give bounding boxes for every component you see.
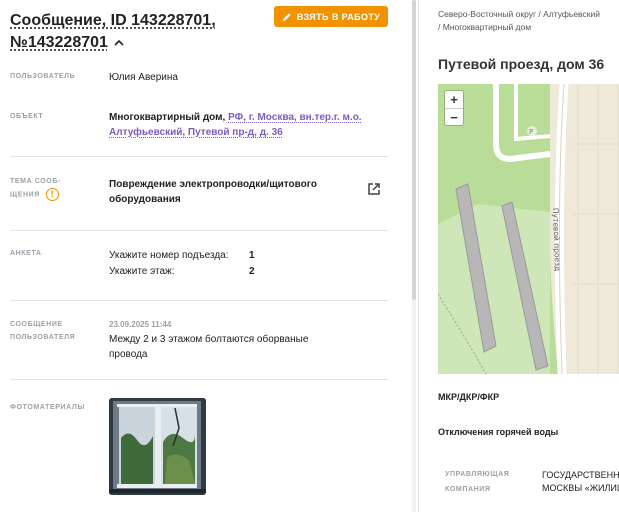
topic-label-line2: щения [10,191,40,199]
photos-label: Фотоматериалы [10,404,85,411]
divider [10,230,388,231]
survey-question: Укажите этаж: [109,266,175,277]
house-info-panel: Северо-Восточный округ / Алтуфьевский / … [427,0,619,512]
message-date: 23.09.2025 11:44 [109,320,172,329]
management-company-label: Управляющая компания [445,467,509,497]
user-message-row: Сообщение пользователя 23.09.2025 11:44 М… [10,318,388,364]
divider [10,156,388,157]
house-type-link[interactable]: МКР/ДКР/ФКР [438,392,499,402]
user-message-label: Сообщение пользователя [10,318,75,344]
photo-thumbnail[interactable] [109,398,206,495]
map-zoom-control: + − [445,91,463,125]
external-link-icon[interactable] [367,182,381,196]
house-address-title: Путевой проезд, дом 36 [438,56,605,72]
take-to-work-button[interactable]: ВЗЯТЬ В РАБОТУ [274,6,388,27]
warning-icon[interactable]: ! [45,188,59,201]
message-detail-panel: Сообщение, ID 143228701, №143228701 ВЗЯТ… [0,0,416,512]
management-label-line2: компания [445,486,491,493]
message-text: Между 2 и 3 этажом болтаются оборваные п… [109,334,309,360]
app-root: Сообщение, ID 143228701, №143228701 ВЗЯТ… [0,0,619,512]
panel-divider [418,0,419,512]
hot-water-outage-link[interactable]: Отключения горячей воды [438,427,558,437]
breadcrumb-line2: / Многоквартирный дом [438,22,532,32]
management-label-line1: Управляющая [445,471,510,478]
object-row: Объект Многоквартирный дом, РФ, г. Москв… [10,110,388,144]
pencil-icon [282,12,291,21]
breadcrumb: Северо-Восточный округ / Алтуфьевский / … [438,8,619,34]
survey-answer: 2 [249,266,255,277]
chevron-up-icon[interactable] [114,38,124,48]
message-title-line1: Сообщение, ID 143228701, [10,12,216,29]
survey-answer: 1 [249,250,255,261]
object-label: Объект [10,113,44,120]
house-map[interactable]: P Путевой проезд + − [438,84,619,374]
zoom-out-button[interactable]: − [445,108,463,125]
object-value: Многоквартирный дом, РФ, г. Москва, вн.т… [109,110,369,140]
take-to-work-label: ВЗЯТЬ В РАБОТУ [296,11,381,22]
message-title-line2: №143228701 [10,34,108,51]
management-value-line2: МОСКВЫ «ЖИЛИЩНИК [542,483,619,493]
topic-value: Повреждение электропроводки/щитового обо… [109,179,317,205]
user-message-label-line1: Сообщение [10,321,63,328]
message-title: Сообщение, ID 143228701, №143228701 [10,10,270,54]
management-company-value: ГОСУДАРСТВЕННОЕ МОСКВЫ «ЖИЛИЩНИК [542,469,619,495]
divider [10,300,388,301]
divider [10,379,388,380]
parking-marker: P [529,128,533,136]
user-row: Пользователь Юлия Аверина [10,70,388,90]
user-label: Пользователь [10,73,76,80]
user-message-label-line2: пользователя [10,334,76,341]
survey-label: Анкета [10,250,42,257]
map-canvas: P Путевой проезд [438,84,619,374]
topic-label-line1: Тема сооб- [10,178,61,185]
breadcrumb-line1: Северо-Восточный округ / Алтуфьевский [438,9,600,19]
object-type: Многоквартирный дом, [109,112,226,123]
zoom-in-button[interactable]: + [445,91,463,108]
survey-row: Анкета Укажите номер подъезда: 1 Укажите… [10,247,388,283]
management-value-line1: ГОСУДАРСТВЕННОЕ [542,470,619,480]
topic-label: Тема сооб-щения! [10,175,61,201]
topic-row: Тема сооб-щения! Повреждение электропров… [10,175,388,215]
survey-question: Укажите номер подъезда: [109,250,229,261]
user-value: Юлия Аверина [109,72,178,83]
scrollbar[interactable] [412,0,416,512]
window-photo-image [109,398,206,495]
